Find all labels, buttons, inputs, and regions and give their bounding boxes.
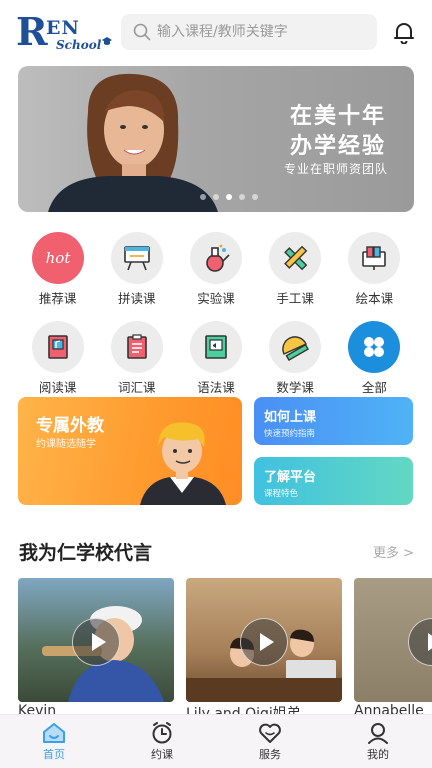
video-list: Kevin Lily and Qiqi姐弟 Annabelle	[18, 578, 432, 720]
category-grid: hot 推荐课 拼读课 实验课 手工课 绘本课 阅读课 词汇课 语法课 数学课 …	[18, 232, 414, 396]
tab-label: 我的	[367, 748, 389, 761]
category-recommended[interactable]: hot 推荐课	[18, 232, 97, 307]
promo-title: 如何上课	[264, 410, 317, 425]
category-label: 实验课	[197, 291, 235, 306]
tab-label: 服务	[259, 748, 281, 761]
home-icon	[43, 723, 65, 743]
section-title: 我为仁学校代言	[19, 542, 153, 564]
picture-book-icon	[362, 246, 387, 270]
tab-booking[interactable]: 约课	[108, 715, 216, 768]
category-label: 语法课	[197, 380, 235, 395]
flask-icon	[206, 244, 230, 272]
video-card[interactable]: Annabelle	[354, 578, 432, 719]
video-thumbnail	[186, 578, 342, 702]
category-label: 拼读课	[118, 291, 156, 306]
tab-service[interactable]: 服务	[216, 715, 324, 768]
video-card[interactable]: Lily and Qiqi姐弟	[186, 578, 342, 720]
tab-home[interactable]: 首页	[0, 715, 108, 768]
tab-label: 首页	[43, 748, 65, 761]
whiteboard-icon	[123, 246, 150, 271]
promo-subtitle: 快速预约指南	[264, 429, 316, 439]
protractor-icon	[282, 336, 310, 362]
grammar-book-icon	[205, 335, 227, 359]
carousel-dot-active[interactable]	[226, 194, 232, 200]
category-label: 全部	[361, 380, 387, 395]
tab-label: 约课	[151, 748, 173, 761]
banner-headline-2: 办学经验	[289, 134, 386, 159]
category-experiment[interactable]: 实验课	[176, 232, 255, 307]
pencil-ruler-icon	[284, 245, 308, 271]
play-button[interactable]	[72, 618, 120, 666]
promo-subtitle: 课程特色	[264, 489, 299, 499]
tab-mine[interactable]: 我的	[324, 715, 432, 768]
category-label: 数学课	[276, 380, 314, 395]
promo-title: 专属外教	[36, 416, 104, 436]
promo-title: 了解平台	[264, 470, 317, 485]
carousel-dot[interactable]	[213, 194, 219, 200]
carousel-dot[interactable]	[252, 194, 258, 200]
play-button[interactable]	[408, 618, 432, 666]
heart-icon	[259, 723, 281, 743]
user-icon	[368, 723, 388, 744]
promo-banner[interactable]: 在美十年 办学经验 专业在职师资团队	[18, 66, 414, 212]
more-link[interactable]: 更多 >	[373, 542, 414, 561]
category-grammar[interactable]: 语法课	[176, 321, 255, 396]
banner-headline-1: 在美十年	[289, 104, 386, 129]
video-thumbnail	[18, 578, 174, 702]
category-vocabulary[interactable]: 词汇课	[97, 321, 176, 396]
ren-school-logo[interactable]: R EN School	[16, 12, 112, 54]
promo-card-how-to-class[interactable]: 如何上课 快速预约指南	[254, 397, 413, 445]
vocabulary-icon	[126, 334, 147, 359]
clock-icon	[152, 722, 172, 744]
promo-card-about-platform[interactable]: 了解平台 课程特色	[254, 457, 413, 505]
graduation-cap-icon	[102, 37, 112, 45]
play-button[interactable]	[240, 618, 288, 666]
category-math[interactable]: 数学课	[256, 321, 335, 396]
search-icon	[133, 23, 151, 41]
carousel-dot[interactable]	[239, 194, 245, 200]
category-all[interactable]: 全部	[335, 321, 414, 396]
category-picture-book[interactable]: 绘本课	[335, 232, 414, 307]
header: R EN School	[0, 0, 432, 64]
banner-subtitle: 专业在职师资团队	[283, 162, 388, 176]
category-phonics[interactable]: 拼读课	[97, 232, 176, 307]
reading-book-icon	[47, 335, 68, 359]
video-card[interactable]: Kevin	[18, 578, 174, 719]
carousel-dot[interactable]	[200, 194, 206, 200]
bell-icon[interactable]	[392, 20, 416, 44]
carousel-indicator[interactable]	[200, 194, 258, 200]
category-label: 推荐课	[38, 291, 77, 306]
category-label: 阅读课	[38, 380, 77, 395]
all-grid-icon	[364, 337, 385, 357]
bottom-tab-bar: 首页 约课 服务 我的	[0, 714, 432, 768]
category-label: 词汇课	[118, 380, 156, 395]
svg-text:hot: hot	[45, 249, 71, 267]
teacher-photo	[48, 73, 218, 212]
category-label: 手工课	[276, 291, 314, 306]
video-thumbnail	[354, 578, 432, 702]
category-label: 绘本课	[355, 291, 394, 306]
cartoon-teacher-illustration	[140, 422, 226, 505]
promo-card-foreign-teacher[interactable]: 专属外教 约课随选随学	[18, 397, 242, 505]
category-reading[interactable]: 阅读课	[18, 321, 97, 396]
hot-icon: hot	[45, 249, 71, 267]
search-input[interactable]	[157, 24, 367, 40]
category-handcraft[interactable]: 手工课	[256, 232, 335, 307]
search-bar[interactable]	[121, 14, 377, 50]
promo-subtitle: 约课随选随学	[36, 439, 96, 450]
